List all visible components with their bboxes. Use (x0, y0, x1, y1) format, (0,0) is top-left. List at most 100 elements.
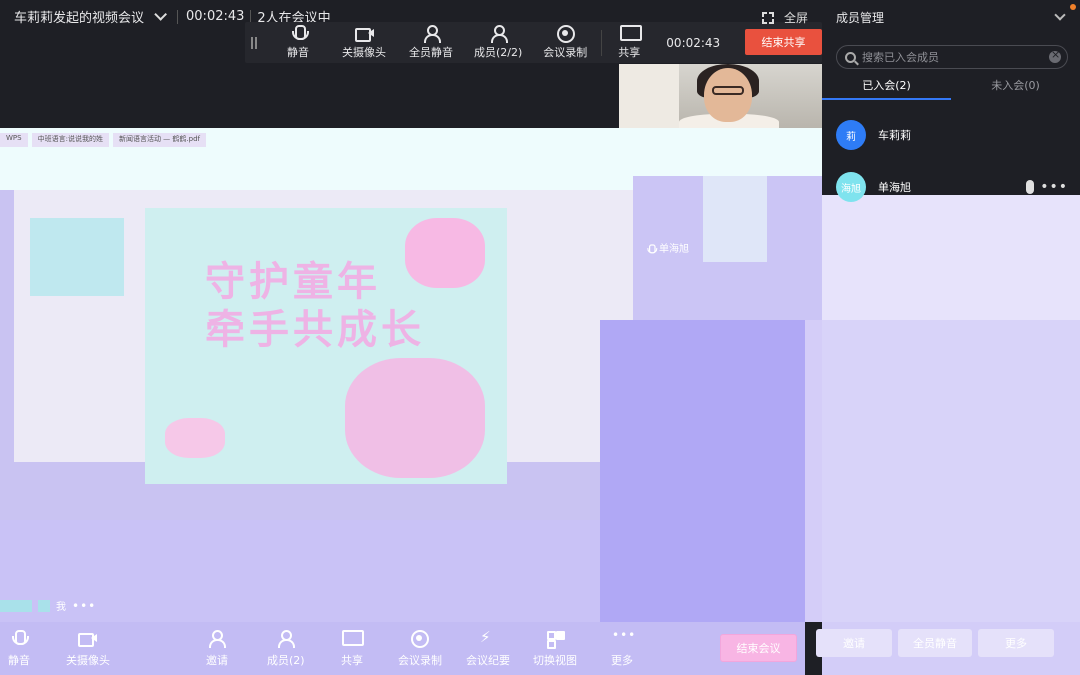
more-button[interactable]: 更多 (611, 622, 636, 675)
chevron-down-icon[interactable] (154, 8, 168, 21)
share-mute-button[interactable]: 静音 (287, 22, 309, 63)
member-row[interactable]: 莉 车莉莉 (836, 120, 1068, 150)
invite-icon (207, 629, 227, 648)
shared-tab: 中班语言:说说我的姓 (31, 133, 109, 147)
members-icon (489, 25, 509, 43)
poster-decoration (165, 418, 225, 458)
pip-member-label: 单海旭 (643, 240, 689, 255)
record-label: 会议录制 (398, 653, 442, 667)
invite-label: 邀请 (206, 653, 228, 667)
member-row[interactable]: 海旭 单海旭 ••• (836, 172, 1068, 202)
self-name-tag: 我 ••• (0, 598, 96, 613)
grid-view-icon (545, 630, 565, 649)
share-toolbar: 静音 关摄像头 全员静音 成员(2/2) 会议录制 共享 00:02:43 结束… (245, 22, 822, 63)
record-button[interactable]: 会议录制 (398, 622, 442, 675)
chevron-down-icon[interactable] (1054, 9, 1066, 21)
video-background (619, 64, 679, 128)
members-label: 成员(2) (267, 653, 305, 667)
microphone-icon (1026, 180, 1034, 194)
fullscreen-icon (761, 11, 774, 24)
share-share-button[interactable]: 共享 (618, 22, 643, 63)
share-button[interactable]: 共享 (341, 622, 364, 675)
self-video-thumbnail[interactable] (619, 64, 822, 128)
mute-button[interactable]: 静音 (8, 622, 30, 675)
video-person-glasses (712, 86, 744, 95)
avatar: 莉 (836, 120, 866, 150)
minutes-button[interactable]: 会议纪要 (466, 622, 510, 675)
share-label: 共享 (341, 653, 363, 667)
search-icon (845, 51, 856, 63)
more-icon[interactable]: ••• (1040, 179, 1068, 195)
fullscreen-label: 全屏 (783, 11, 808, 25)
end-meeting-button[interactable]: 结束会议 (720, 634, 797, 662)
panel-invite-button[interactable]: 邀请 (816, 629, 892, 657)
more-icon (612, 628, 636, 648)
members-button[interactable]: 成员(2) (267, 622, 305, 675)
mute-all-icon (422, 25, 441, 43)
switch-view-button[interactable]: 切换视图 (533, 622, 577, 675)
poster-heading-line1: 守护童年 (205, 259, 381, 305)
meeting-toolbar: 静音 关摄像头 邀请 成员(2) 共享 会议录制 会议纪要 切换视图 更多 结束… (0, 622, 805, 675)
avatar: 海旭 (836, 172, 866, 202)
shared-tab: 新闻语言活动 — 鹤鹤.pdf (112, 133, 206, 147)
members-panel: 成员管理 搜索已入会成员 已入会(2) 未入会(0) 莉 车莉莉 海旭 单海旭 … (816, 0, 1080, 675)
end-share-button[interactable]: 结束共享 (745, 29, 822, 55)
member-name: 单海旭 (878, 181, 911, 194)
share-members-button[interactable]: 成员(2/2) (474, 22, 522, 63)
meeting-title[interactable]: 车莉莉发起的视频会议 (14, 7, 144, 26)
shared-tab-strip: WPS 中班语言:说说我的姓 新闻语言活动 — 鹤鹤.pdf (0, 133, 206, 147)
share-record-button[interactable]: 会议录制 (543, 22, 587, 63)
invite-button[interactable]: 邀请 (206, 622, 228, 675)
panel-overlay-region (822, 320, 1080, 622)
clear-icon[interactable] (1049, 48, 1061, 63)
member-list: 莉 车莉莉 海旭 单海旭 ••• (822, 100, 1080, 320)
mute-label: 静音 (8, 653, 30, 667)
microphone-icon (645, 243, 658, 253)
tab-joined[interactable]: 已入会(2) (822, 72, 951, 100)
tab-not-joined[interactable]: 未入会(0) (951, 72, 1080, 100)
shared-tab: WPS (0, 133, 28, 147)
divider (601, 29, 603, 56)
shared-right-block (600, 320, 805, 622)
record-icon (410, 629, 430, 648)
minutes-label: 会议纪要 (466, 653, 510, 667)
video-person-face (704, 68, 752, 122)
shared-pip-window (703, 176, 767, 262)
notification-dot (1070, 4, 1076, 10)
member-search-input[interactable]: 搜索已入会成员 (836, 45, 1068, 69)
camera-icon (355, 25, 374, 42)
poster-heading-line2: 牵手共成长 (205, 307, 425, 353)
share-camera-label: 关摄像头 (342, 46, 386, 59)
screen-share-icon (620, 25, 643, 41)
self-more-icon[interactable]: ••• (72, 599, 96, 613)
minutes-icon (478, 628, 498, 648)
meeting-timer: 00:02:43 (186, 9, 245, 24)
share-mute-all-button[interactable]: 全员静音 (409, 22, 453, 63)
microphone-icon (289, 25, 309, 41)
more-label: 更多 (611, 653, 633, 667)
poster-heading: 守护童年 牵手共成长 (205, 258, 425, 354)
share-members-label: 成员(2/2) (474, 46, 523, 59)
share-camera-button[interactable]: 关摄像头 (342, 22, 386, 63)
panel-more-button[interactable]: 更多 (978, 629, 1054, 657)
self-name: 我 (56, 602, 66, 613)
pip-member-name: 单海旭 (659, 244, 689, 255)
screen-share-icon (342, 629, 364, 648)
poster-illustration (345, 358, 485, 478)
record-icon (556, 25, 576, 43)
shared-thumbnail-image (30, 218, 124, 296)
share-mute-all-label: 全员静音 (409, 46, 453, 59)
share-share-label: 共享 (618, 46, 641, 59)
fullscreen-button[interactable]: 全屏 (761, 9, 808, 26)
panel-title: 成员管理 (836, 11, 885, 25)
share-record-label: 会议录制 (543, 46, 588, 59)
drag-handle-icon[interactable] (251, 36, 257, 49)
camera-label: 关摄像头 (66, 653, 110, 667)
members-icon (276, 629, 296, 648)
camera-button[interactable]: 关摄像头 (66, 622, 110, 675)
member-tabs: 已入会(2) 未入会(0) (822, 72, 1080, 100)
panel-footer: 邀请 全员静音 更多 (816, 622, 1080, 675)
panel-mute-all-button[interactable]: 全员静音 (898, 629, 972, 657)
shared-screen: WPS 中班语言:说说我的姓 新闻语言活动 — 鹤鹤.pdf 守护童年 牵手共成… (0, 128, 837, 622)
member-name: 车莉莉 (878, 129, 911, 142)
